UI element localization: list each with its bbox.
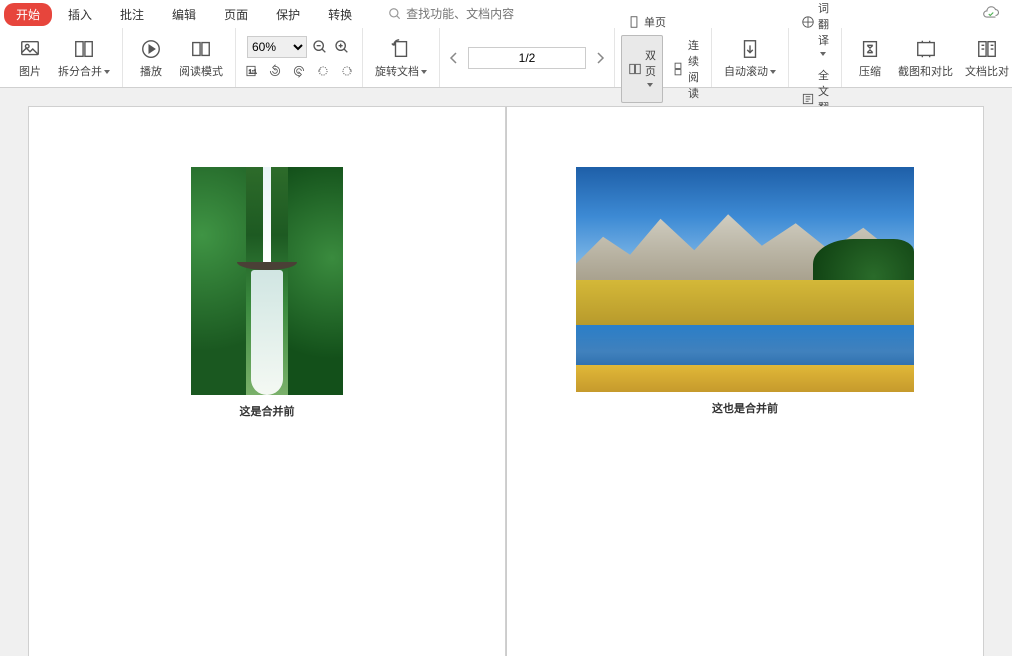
image-icon bbox=[19, 37, 41, 61]
page-number-input[interactable] bbox=[468, 47, 586, 69]
translate-word-icon bbox=[801, 15, 815, 29]
zoom-select[interactable]: 60% bbox=[247, 36, 307, 58]
rotate-doc-button[interactable]: 旋转文档 bbox=[369, 37, 433, 79]
document-workspace: 这是合并前 这也是合并前 bbox=[0, 88, 1012, 656]
continuous-icon bbox=[671, 62, 685, 76]
book-icon bbox=[190, 37, 212, 61]
auto-scroll-icon bbox=[739, 37, 761, 61]
compare-icon bbox=[976, 37, 998, 61]
svg-text:1:1: 1:1 bbox=[249, 69, 257, 75]
menu-page[interactable]: 页面 bbox=[212, 3, 260, 26]
menu-protect[interactable]: 保护 bbox=[264, 3, 312, 26]
landscape-image bbox=[576, 167, 914, 392]
image-button[interactable]: 图片 bbox=[8, 37, 52, 79]
word-translate-button[interactable]: 划词翻译 bbox=[795, 0, 835, 62]
page-1[interactable]: 这是合并前 bbox=[28, 106, 506, 656]
screenshot-icon bbox=[915, 37, 937, 61]
rotate-right-icon[interactable] bbox=[290, 62, 308, 80]
search-box[interactable] bbox=[388, 7, 546, 21]
zoom-in-icon[interactable] bbox=[333, 38, 351, 56]
single-page-button[interactable]: 单页 bbox=[621, 12, 705, 32]
play-icon bbox=[140, 37, 162, 61]
menu-bar: 开始 插入 批注 编辑 页面 保护 转换 bbox=[0, 0, 1012, 28]
double-page-icon bbox=[628, 62, 642, 76]
screenshot-compare-button[interactable]: 截图和对比 bbox=[892, 37, 959, 79]
waterfall-image bbox=[191, 167, 343, 395]
menu-edit[interactable]: 编辑 bbox=[160, 3, 208, 26]
doc-compare-button[interactable]: 文档比对 bbox=[959, 37, 1012, 79]
read-mode-button[interactable]: 阅读模式 bbox=[173, 37, 229, 79]
search-icon bbox=[388, 7, 402, 21]
rotate-left-icon[interactable] bbox=[266, 62, 284, 80]
toolbar: 图片 拆分合并 播放 阅读模式 60% 1:1 bbox=[0, 28, 1012, 88]
undo-rotate-icon[interactable] bbox=[314, 62, 332, 80]
search-input[interactable] bbox=[406, 7, 546, 21]
auto-scroll-button[interactable]: 自动滚动 bbox=[718, 37, 782, 79]
cloud-sync-icon[interactable] bbox=[982, 5, 1000, 23]
compress-button[interactable]: 压缩 bbox=[848, 37, 892, 79]
menu-annotate[interactable]: 批注 bbox=[108, 3, 156, 26]
double-page-button[interactable]: 双页 bbox=[621, 35, 663, 103]
menu-start[interactable]: 开始 bbox=[4, 3, 52, 26]
split-merge-icon bbox=[73, 37, 95, 61]
page-2[interactable]: 这也是合并前 bbox=[506, 106, 984, 656]
menu-convert[interactable]: 转换 bbox=[316, 3, 364, 26]
single-page-icon bbox=[627, 15, 641, 29]
compress-icon bbox=[859, 37, 881, 61]
page-2-caption: 这也是合并前 bbox=[712, 400, 778, 416]
next-page-button[interactable] bbox=[592, 50, 608, 66]
split-merge-button[interactable]: 拆分合并 bbox=[52, 37, 116, 79]
prev-page-button[interactable] bbox=[446, 50, 462, 66]
redo-rotate-icon[interactable] bbox=[338, 62, 356, 80]
fit-width-icon[interactable]: 1:1 bbox=[242, 62, 260, 80]
menu-insert[interactable]: 插入 bbox=[56, 3, 104, 26]
page-1-caption: 这是合并前 bbox=[240, 403, 295, 419]
rotate-doc-icon bbox=[390, 37, 412, 61]
zoom-out-icon[interactable] bbox=[311, 38, 329, 56]
page-spread: 这是合并前 这也是合并前 bbox=[28, 106, 984, 656]
continuous-read-button[interactable]: 连续阅读 bbox=[665, 35, 705, 103]
translate-full-icon bbox=[801, 92, 815, 106]
play-button[interactable]: 播放 bbox=[129, 37, 173, 79]
